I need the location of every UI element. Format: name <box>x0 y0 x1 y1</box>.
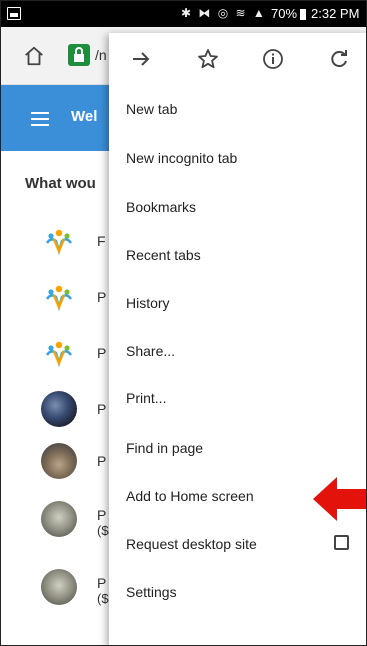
list-item-sub: ($ <box>97 591 109 606</box>
lock-icon[interactable] <box>68 44 90 66</box>
reload-icon[interactable] <box>327 47 351 71</box>
request-desktop-site-checkbox[interactable] <box>334 535 349 550</box>
menu-item-print[interactable]: Print... <box>126 390 166 406</box>
menu-item-find-in-page[interactable]: Find in page <box>126 440 203 456</box>
list-item-label: P <box>97 289 107 305</box>
forward-icon[interactable] <box>129 47 153 71</box>
menu-toolbar <box>109 33 366 85</box>
screenshot-notification-icon <box>7 7 21 20</box>
menu-item-settings[interactable]: Settings <box>126 584 177 600</box>
menu-item-history[interactable]: History <box>126 295 170 311</box>
fundraiser-logo-icon <box>41 335 77 371</box>
list-item-label: P <box>97 453 107 469</box>
battery-icon <box>300 9 306 20</box>
item-photo <box>41 391 77 427</box>
list-item-sub: ($ <box>97 523 109 538</box>
lunch-logo-icon <box>41 223 77 259</box>
clock: 2:32 PM <box>311 6 360 21</box>
item-photo <box>41 443 77 479</box>
phone-screen: ✱ ⧓ ◎ ≋ ▲ 70% 2:32 PM /n Wel What wou F … <box>0 0 367 646</box>
menu-item-recent-tabs[interactable]: Recent tabs <box>126 247 201 263</box>
browser-overflow-menu: New tab New incognito tab Bookmarks Rece… <box>109 33 366 645</box>
list-item-label: P <box>97 507 107 523</box>
page-prompt: What wou <box>25 175 96 192</box>
info-icon[interactable] <box>261 47 285 71</box>
menu-item-share[interactable]: Share... <box>126 343 175 359</box>
fees-logo-icon <box>41 279 77 315</box>
item-photo <box>41 501 77 537</box>
battery-percent: 70% <box>271 6 298 21</box>
bookmark-star-icon[interactable] <box>196 47 220 71</box>
menu-item-new-tab[interactable]: New tab <box>126 101 177 117</box>
menu-item-add-to-home-screen[interactable]: Add to Home screen <box>126 488 254 504</box>
item-photo <box>41 569 77 605</box>
list-item-label: P <box>97 401 107 417</box>
home-icon[interactable] <box>23 45 45 67</box>
list-item-label: F <box>97 233 106 249</box>
list-item-label: P <box>97 575 107 591</box>
menu-item-bookmarks[interactable]: Bookmarks <box>126 199 196 215</box>
url-text[interactable]: /n <box>95 47 107 63</box>
hamburger-menu-icon[interactable] <box>31 112 49 126</box>
list-item-label: P <box>97 345 107 361</box>
menu-item-request-desktop-site[interactable]: Request desktop site <box>126 536 257 552</box>
status-bar: ✱ ⧓ ◎ ≋ ▲ 70% 2:32 PM <box>1 1 366 27</box>
annotation-arrow-icon <box>313 477 366 521</box>
status-icons: ✱ ⧓ ◎ ≋ ▲ <box>181 6 267 20</box>
menu-item-new-incognito-tab[interactable]: New incognito tab <box>126 150 237 166</box>
app-header-title: Wel <box>71 108 98 125</box>
